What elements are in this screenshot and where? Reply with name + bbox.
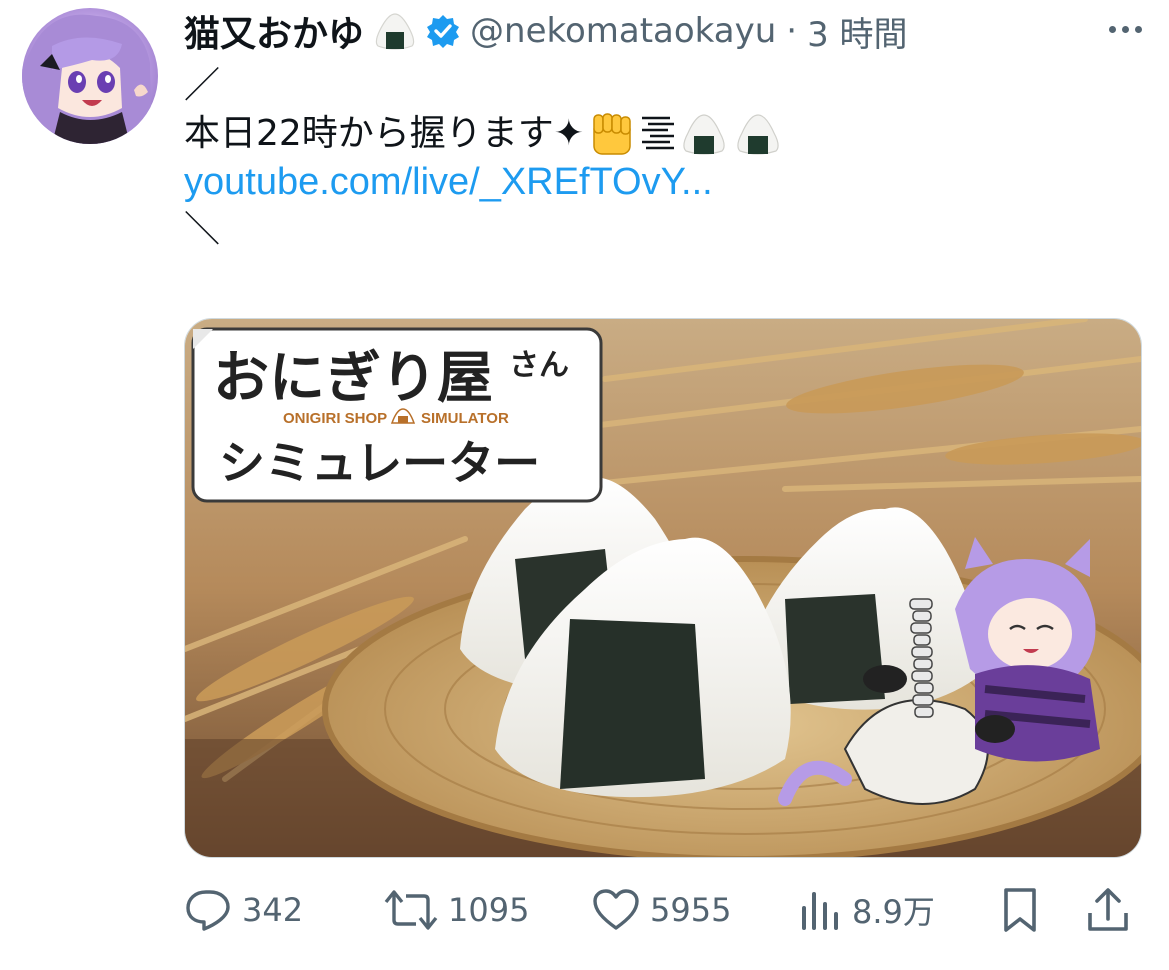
views-icon <box>802 892 838 930</box>
tweet-message: 本日22時から握ります✦ <box>184 113 584 154</box>
like-count: 5955 <box>650 891 732 929</box>
reply-icon <box>186 890 230 931</box>
retweet-button[interactable]: 1095 <box>384 888 592 932</box>
subtitle-left: ONIGIRI SHOP <box>283 410 387 427</box>
more-icon[interactable] <box>1103 14 1147 44</box>
reply-count: 342 <box>242 891 304 929</box>
reply-button[interactable]: 342 <box>184 888 384 932</box>
text-line: 本日22時から握ります✦ <box>184 110 1084 158</box>
verified-badge-icon[interactable] <box>426 14 460 48</box>
separator-dot: · <box>786 11 798 51</box>
fist-emoji <box>593 113 631 155</box>
onigiri-icon <box>737 114 779 155</box>
like-button[interactable]: 5955 <box>592 888 798 932</box>
retweet-icon <box>384 890 438 930</box>
subtitle-right: SIMULATOR <box>421 410 509 427</box>
onigiri-icon <box>683 114 725 155</box>
share-button[interactable] <box>1086 887 1130 933</box>
title-san: さん <box>509 348 569 383</box>
onigiri-shop-thumbnail: おにぎり屋 さん ONIGIRI SHOP SIMULATOR シミュレーター <box>185 319 1141 857</box>
media-image[interactable]: おにぎり屋 さん ONIGIRI SHOP SIMULATOR シミュレーター <box>184 318 1142 858</box>
views-button[interactable]: 8.9万 <box>798 887 1000 933</box>
onigiri-icon <box>375 13 415 50</box>
youtube-link-line: youtube.com/live/_XREfTOvY... <box>184 158 1084 206</box>
youtube-link[interactable]: youtube.com/live/_XREfTOvY... <box>184 158 713 206</box>
timestamp[interactable]: 3 時間 <box>807 7 907 56</box>
tweet-header: 猫又おかゆ @nekomataokayu · 3 時間 <box>184 6 1109 56</box>
title-line2: シミュレーター <box>219 436 540 490</box>
bookmark-icon <box>1004 888 1036 932</box>
action-bar: 342 1095 5955 8.9万 <box>184 880 1144 940</box>
handle[interactable]: @nekomataokayu <box>470 11 776 51</box>
like-icon <box>593 889 639 930</box>
title-main: おにぎり屋 <box>213 346 493 411</box>
tweet-text: ／ 本日22時から握ります✦ youtube.com/live/_XREfTOv… <box>184 62 1084 254</box>
speed-lines-emoji <box>641 116 674 150</box>
retweet-count: 1095 <box>448 891 530 929</box>
title-card: おにぎり屋 さん ONIGIRI SHOP SIMULATOR シミュレーター <box>191 327 603 503</box>
share-icon <box>1088 888 1128 931</box>
bracket-bottom: ＼ <box>184 209 221 250</box>
avatar-image <box>22 14 152 144</box>
bracket-top: ／ <box>184 65 221 106</box>
avatar[interactable] <box>22 8 158 144</box>
display-name[interactable]: 猫又おかゆ <box>184 5 364 57</box>
view-count: 8.9万 <box>852 893 935 931</box>
bookmark-button[interactable] <box>1000 887 1086 933</box>
